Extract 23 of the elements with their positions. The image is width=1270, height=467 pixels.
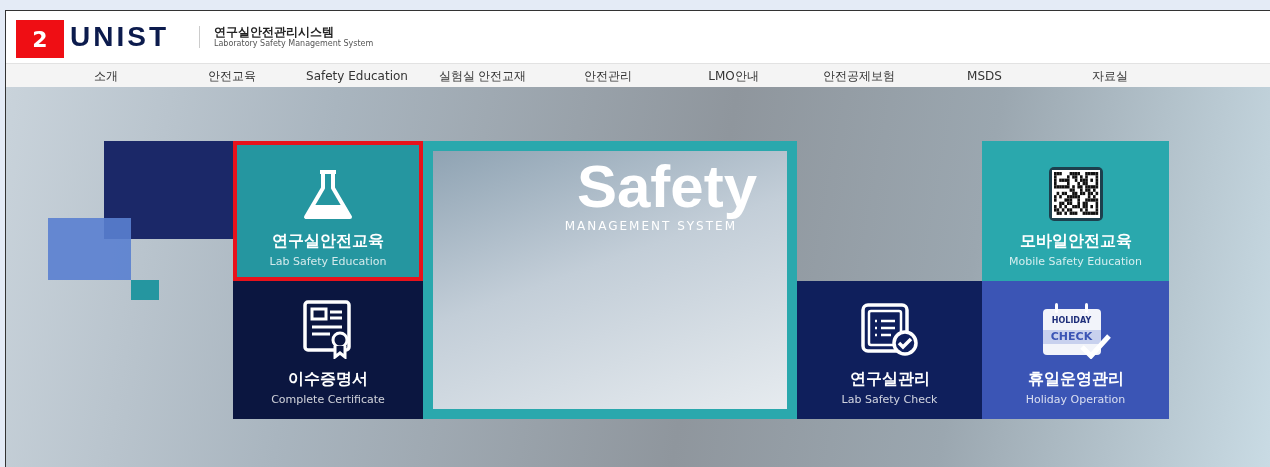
nav-link[interactable]: 자료실: [1050, 66, 1170, 85]
menu-tile[interactable]: 이수증명서 Complete Certificate: [233, 281, 423, 419]
icon-label: HOLIDAY: [1051, 317, 1092, 326]
nav-link[interactable]: MSDS: [924, 66, 1045, 85]
menu-tile[interactable]: 연구실관리 Lab Safety Check: [797, 281, 982, 419]
menu-tile[interactable]: 연구실안전교육 Lab Safety Education: [233, 141, 423, 281]
logo[interactable]: UNIST: [70, 16, 169, 58]
nav-link[interactable]: 안전공제보험: [799, 66, 919, 85]
nav-link[interactable]: 소개: [46, 66, 166, 85]
nav-link[interactable]: Safety Education: [297, 66, 417, 85]
nav-link[interactable]: 실험실 안전교재: [422, 66, 543, 85]
nav-link[interactable]: 안전관리: [548, 66, 668, 85]
hero-title: Safety: [576, 157, 757, 217]
menu-tile[interactable]: HOLIDAY CHECK 휴일운영관리 Holiday Operation: [982, 281, 1169, 419]
certificate-icon: [302, 299, 354, 360]
step-badge: 2: [16, 20, 64, 58]
qr-code-icon: [1048, 167, 1103, 222]
icon-label: CHECK: [1042, 330, 1101, 345]
nav-link[interactable]: 안전교육: [171, 66, 292, 85]
nav-link[interactable]: LMO안내: [673, 66, 794, 85]
site-title: 연구실안전관리시스템: [214, 26, 334, 38]
site-subtitle: Laboratory Safety Management System: [214, 40, 374, 48]
hero-subtitle: MANAGEMENT SYSTEM: [564, 219, 737, 235]
